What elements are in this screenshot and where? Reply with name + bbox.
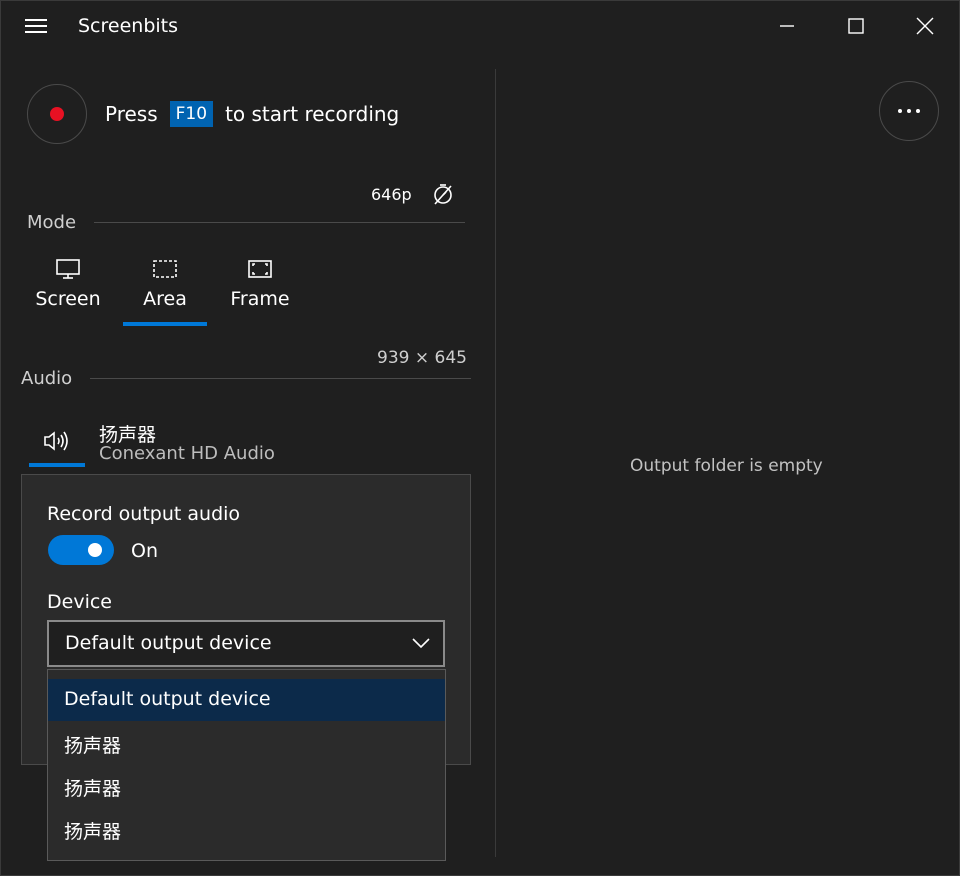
record-button[interactable] — [27, 84, 87, 144]
area-size-label: 939 × 645 — [377, 348, 467, 368]
audio-heading: Audio — [21, 368, 73, 389]
mode-area-tab[interactable]: Area — [123, 256, 207, 326]
device-option[interactable]: 扬声器 — [48, 722, 445, 764]
toggle-knob — [88, 543, 102, 557]
area-select-icon — [153, 260, 177, 278]
title-bar: Screenbits — [1, 1, 959, 53]
output-empty-message: Output folder is empty — [630, 456, 823, 476]
minimize-icon — [780, 25, 794, 27]
audio-divider — [90, 378, 471, 379]
device-option[interactable]: 扬声器 — [48, 808, 445, 850]
timer-off-icon[interactable] — [431, 182, 455, 206]
device-select[interactable]: Default output device — [47, 620, 445, 667]
maximize-icon — [848, 18, 864, 34]
chevron-down-icon — [412, 638, 430, 649]
close-button[interactable] — [902, 1, 948, 51]
monitor-icon — [56, 259, 80, 279]
mode-frame-tab[interactable]: Frame — [218, 256, 302, 326]
app-title: Screenbits — [78, 15, 179, 37]
close-icon — [916, 17, 934, 35]
device-option-label: Default output device — [64, 688, 271, 710]
hamburger-icon[interactable] — [25, 19, 49, 35]
pane-divider — [495, 69, 496, 857]
device-select-value: Default output device — [65, 632, 272, 654]
speaker-icon — [44, 431, 68, 451]
mode-screen-tab[interactable]: Screen — [26, 256, 110, 326]
mode-selected-indicator — [123, 322, 207, 326]
device-option[interactable]: 扬声器 — [48, 765, 445, 807]
audio-output-tab[interactable] — [29, 419, 85, 467]
record-icon — [50, 107, 64, 121]
quality-label[interactable]: 646p — [371, 185, 412, 204]
toggle-state-label: On — [131, 540, 158, 562]
mode-screen-label: Screen — [35, 288, 101, 310]
device-option-label: 扬声器 — [64, 735, 122, 757]
mode-heading: Mode — [27, 212, 77, 233]
app-window: Screenbits Press F10 to start recording … — [0, 0, 960, 876]
device-dropdown-list: Default output device 扬声器 扬声器 扬声器 — [47, 669, 446, 861]
minimize-button[interactable] — [764, 1, 810, 51]
maximize-button[interactable] — [833, 1, 879, 51]
hotkey-badge: F10 — [169, 101, 214, 127]
device-label: Device — [47, 591, 112, 613]
audio-source-device: Conexant HD Audio — [99, 443, 275, 464]
mode-area-label: Area — [143, 288, 187, 310]
frame-icon — [248, 260, 272, 278]
device-option-label: 扬声器 — [64, 821, 122, 843]
press-label: Press — [105, 102, 158, 126]
device-option-label: 扬声器 — [64, 778, 122, 800]
start-label: to start recording — [225, 102, 400, 126]
record-output-audio-label: Record output audio — [47, 503, 241, 525]
audio-selected-indicator — [29, 463, 85, 467]
more-icon — [898, 109, 920, 113]
mode-divider — [94, 222, 465, 223]
record-hint: Press F10 to start recording — [105, 101, 399, 127]
device-option[interactable]: Default output device — [48, 679, 445, 721]
record-output-audio-toggle[interactable] — [48, 535, 114, 565]
more-button[interactable] — [879, 81, 939, 141]
mode-frame-label: Frame — [230, 288, 290, 310]
